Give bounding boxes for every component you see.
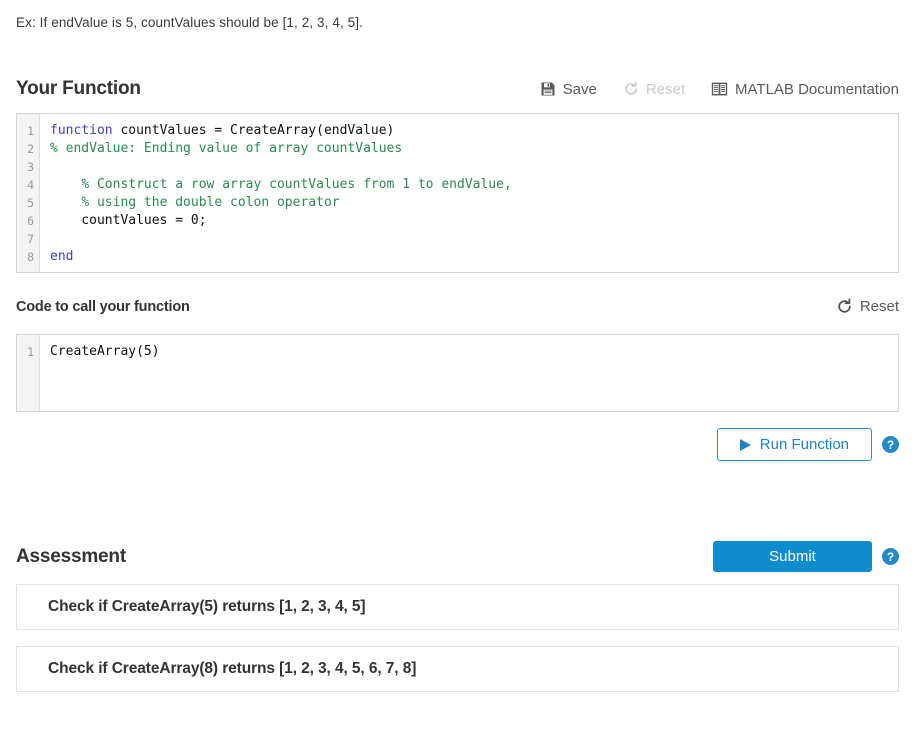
your-function-title: Your Function <box>16 78 141 99</box>
call-code-title: Code to call your function <box>16 298 190 315</box>
table-row[interactable]: Check if CreateArray(8) returns [1, 2, 3… <box>16 646 899 692</box>
line-number: 3 <box>27 160 34 174</box>
matlab-documentation-link[interactable]: MATLAB Documentation <box>711 81 899 98</box>
line-number: 1 <box>27 124 34 138</box>
call-code-header: Code to call your function Reset <box>16 298 899 315</box>
table-row[interactable]: Check if CreateArray(5) returns [1, 2, 3… <box>16 584 899 630</box>
reset-function-button[interactable]: Reset <box>623 81 685 98</box>
play-icon <box>739 438 751 451</box>
matlab-documentation-label: MATLAB Documentation <box>735 80 899 98</box>
save-floppy-icon <box>540 81 556 97</box>
line-number: 4 <box>27 178 34 192</box>
line-number: 7 <box>27 232 34 246</box>
code-line: % using the double colon operator <box>81 195 340 210</box>
run-function-help-icon[interactable]: ? <box>882 436 899 453</box>
call-code-editor-code[interactable]: CreateArray(5) <box>40 335 898 411</box>
line-number: 1 <box>27 345 34 359</box>
code-line: end <box>50 249 74 264</box>
call-code-editor[interactable]: 1 CreateArray(5) <box>16 334 899 412</box>
run-function-label: Run Function <box>759 436 849 453</box>
assessment-actions: Submit ? <box>713 541 899 572</box>
your-function-header: Your Function Save Reset MATLAB Document… <box>16 78 899 100</box>
line-number: 6 <box>27 214 34 228</box>
test-case-label: Check if CreateArray(5) returns [1, 2, 3… <box>48 598 366 615</box>
test-case-label: Check if CreateArray(8) returns [1, 2, 3… <box>48 660 417 677</box>
reset-refresh-icon <box>836 298 853 315</box>
assessment-header: Assessment Submit ? <box>16 541 899 572</box>
coding-exercise-page: Ex: If endValue is 5, countValues should… <box>0 0 915 734</box>
line-number: 8 <box>27 250 34 264</box>
save-label: Save <box>562 80 597 98</box>
book-icon <box>711 81 728 97</box>
line-number: 5 <box>27 196 34 210</box>
reset-call-code-label: Reset <box>859 298 899 315</box>
assessment-help-icon[interactable]: ? <box>882 548 899 565</box>
line-number: 2 <box>27 142 34 156</box>
code-line: % Construct a row array countValues from… <box>81 177 512 192</box>
run-function-button[interactable]: Run Function <box>716 428 872 461</box>
reset-refresh-icon <box>623 81 639 97</box>
function-editor-gutter: 1 2 3 4 5 6 7 8 <box>17 114 40 272</box>
call-code-actions: Reset <box>836 298 899 315</box>
assessment-title: Assessment <box>16 545 126 567</box>
code-line: CreateArray(5) <box>50 344 160 359</box>
code-line: countValues = 0; <box>50 213 207 228</box>
code-line: function countValues = CreateArray(endVa… <box>50 123 395 138</box>
save-button[interactable]: Save <box>540 81 597 98</box>
reset-call-code-button[interactable]: Reset <box>836 298 899 315</box>
function-editor-code[interactable]: function countValues = CreateArray(endVa… <box>40 114 898 272</box>
submit-button[interactable]: Submit <box>713 541 872 572</box>
code-line: % endValue: Ending value of array countV… <box>50 141 403 156</box>
reset-function-label: Reset <box>645 80 686 98</box>
run-function-row: Run Function ? <box>716 428 899 461</box>
your-function-actions: Save Reset MATLAB Documentation <box>540 81 899 98</box>
call-code-editor-gutter: 1 <box>17 335 40 411</box>
function-code-editor[interactable]: 1 2 3 4 5 6 7 8 function countValues = CreateAr… <box>16 113 899 273</box>
example-description: Ex: If endValue is 5, countValues should… <box>16 15 363 30</box>
